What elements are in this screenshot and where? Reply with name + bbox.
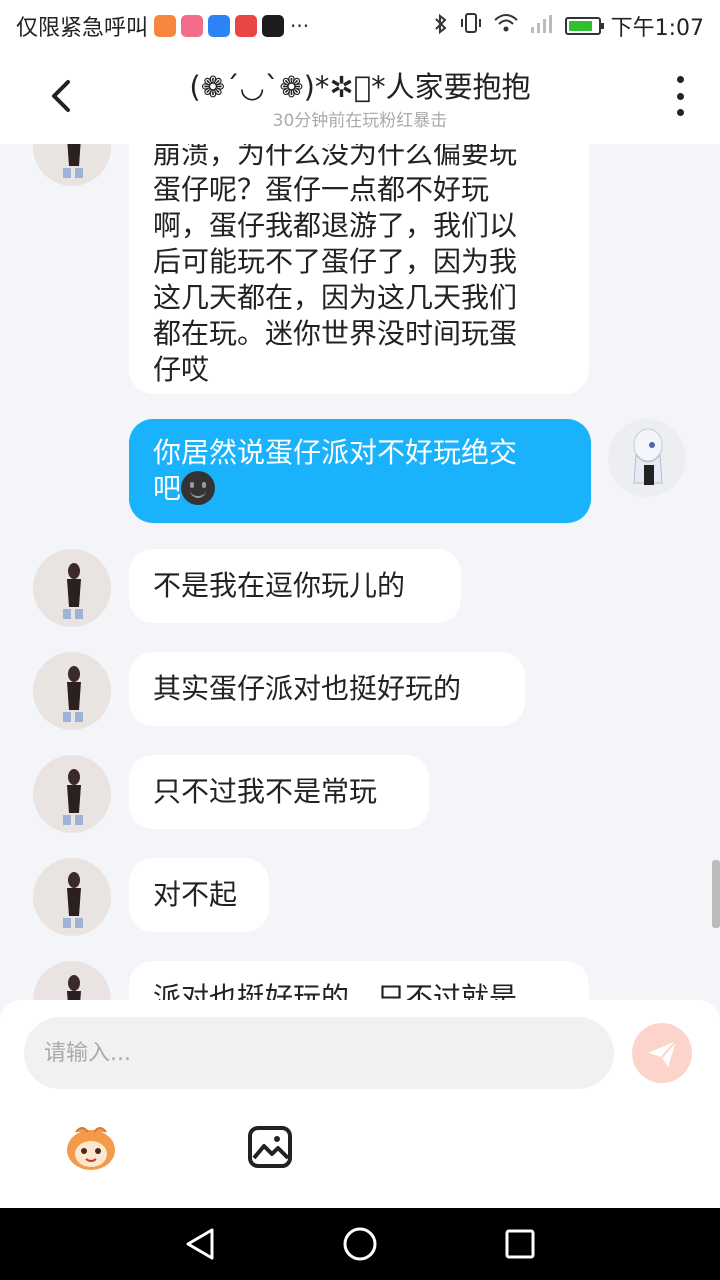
app-notification-icon [154, 15, 177, 37]
smiling-face-emoji-icon [181, 471, 216, 505]
message-bubble-received[interactable]: 崩溃，为什么没为什么偏要玩 蛋仔呢？蛋仔一点都不好玩 啊，蛋仔我都退游了，我们以… [129, 144, 589, 394]
message-line: 蛋仔呢？蛋仔一点都不好玩 [153, 173, 490, 206]
status-left: 仅限紧急呼叫 ··· [16, 10, 309, 42]
image-icon [248, 1126, 292, 1168]
message-line: 不是我在逗你玩儿的 [153, 569, 406, 602]
composer-panel [0, 1000, 720, 1208]
my-avatar[interactable] [608, 419, 686, 497]
contact-avatar[interactable] [33, 961, 111, 1000]
chat-subtitle: 30分钟前在玩粉红暴击 [272, 111, 448, 131]
message-line: 仔哎 [153, 353, 210, 386]
message-line: 你居然说蛋仔派对不好玩绝交 [153, 436, 518, 469]
message-input[interactable] [24, 1017, 614, 1089]
contact-avatar[interactable] [33, 144, 111, 186]
app-notification-icon [262, 15, 285, 37]
chat-messages[interactable]: 崩溃，为什么没为什么偏要玩 蛋仔呢？蛋仔一点都不好玩 啊，蛋仔我都退游了，我们以… [0, 144, 720, 1000]
app-notification-icon [235, 15, 258, 37]
message-line: 啊，蛋仔我都退游了，我们以 [153, 209, 518, 242]
contact-avatar-image [63, 144, 83, 178]
wifi-icon [493, 12, 519, 40]
message-line: 后可能玩不了蛋仔了，因为我 [153, 245, 518, 278]
message-line: 崩溃，为什么没为什么偏要玩 [153, 144, 518, 170]
message-bubble-received[interactable]: 其实蛋仔派对也挺好玩的 [129, 652, 525, 726]
triangle-back-icon [186, 1228, 214, 1260]
battery-icon [564, 17, 604, 35]
sticker-button[interactable] [62, 1122, 120, 1172]
message-line: 对不起 [153, 878, 238, 911]
nav-back-button[interactable] [182, 1226, 218, 1262]
app-notification-icon [208, 15, 231, 37]
more-options-button[interactable] [670, 76, 690, 116]
message-line: 这几天都在，因为这几天我们 [153, 281, 518, 314]
message-line: 吧 [153, 472, 182, 505]
contact-avatar-image [63, 769, 83, 825]
bluetooth-icon [433, 12, 449, 41]
chat-title: (❁´◡`❁)*✲ﾟ*人家要抱抱 [189, 70, 531, 104]
contact-avatar-image [63, 563, 83, 619]
more-notifications-icon: ··· [290, 14, 310, 38]
contact-avatar[interactable] [33, 858, 111, 936]
dot-icon [676, 76, 684, 83]
contact-avatar-image [63, 666, 83, 722]
message-bubble-received[interactable]: 对不起 [129, 858, 269, 932]
message-line: 派对也挺好玩的，只不过就是 [153, 981, 518, 1000]
contact-avatar[interactable] [33, 549, 111, 627]
status-carrier-text: 仅限紧急呼叫 [16, 16, 149, 41]
contact-avatar-image [67, 975, 81, 1000]
signal-icon [529, 12, 555, 40]
notification-apps [154, 15, 285, 37]
status-time: 下午1:07 [610, 16, 704, 41]
system-navigation-bar [0, 1208, 720, 1280]
sticker-icon [67, 1127, 115, 1170]
dot-icon [676, 92, 684, 100]
message-line: 只不过我不是常玩 [153, 775, 378, 808]
contact-avatar[interactable] [33, 652, 111, 730]
status-bar: 仅限紧急呼叫 ··· 下午1:07 [0, 0, 720, 48]
square-recents-icon [505, 1229, 535, 1259]
nav-recents-button[interactable] [504, 1228, 536, 1260]
chat-header: (❁´◡`❁)*✲ﾟ*人家要抱抱 30分钟前在玩粉红暴击 [0, 48, 720, 144]
send-button[interactable] [632, 1023, 692, 1083]
message-line-with-emoji: 吧 [153, 471, 567, 507]
nav-home-button[interactable] [342, 1226, 378, 1262]
message-bubble-received[interactable]: 只不过我不是常玩 [129, 755, 429, 829]
chat-scrollbar[interactable] [712, 860, 720, 928]
dot-icon [676, 109, 684, 116]
message-bubble-sent[interactable]: 你居然说蛋仔派对不好玩绝交 吧 [129, 419, 591, 523]
message-bubble-received[interactable]: 不是我在逗你玩儿的 [129, 549, 461, 623]
message-bubble-received[interactable]: 派对也挺好玩的，只不过就是 [129, 961, 589, 1000]
status-right: 下午1:07 [433, 10, 704, 42]
app-notification-icon [181, 15, 204, 37]
image-button[interactable] [246, 1124, 294, 1170]
my-avatar-image [633, 428, 663, 485]
circle-home-icon [343, 1227, 377, 1261]
message-line: 都在玩。迷你世界没时间玩蛋 [153, 317, 518, 350]
send-icon [648, 1040, 677, 1067]
contact-avatar[interactable] [33, 755, 111, 833]
message-line: 其实蛋仔派对也挺好玩的 [153, 672, 462, 705]
contact-avatar-image [63, 872, 83, 928]
vibrate-icon [459, 11, 483, 41]
